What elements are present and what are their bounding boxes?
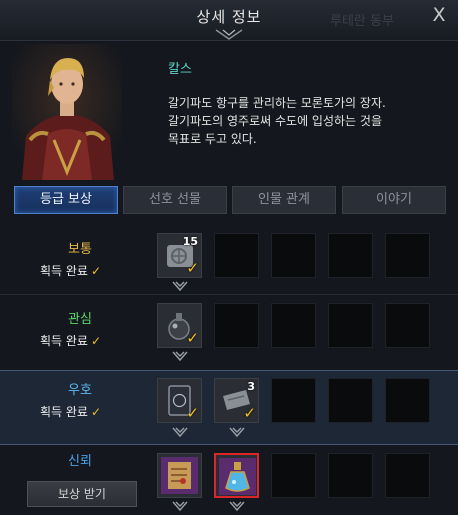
- empty-reward-slot: [328, 233, 373, 278]
- tab-grade-reward[interactable]: 등급 보상: [14, 186, 118, 214]
- empty-reward-slot: [328, 378, 373, 423]
- panel-title: 상세 정보: [196, 8, 262, 26]
- claim-status-label: 획득 완료: [40, 405, 88, 419]
- reward-slot[interactable]: 15 ✓: [157, 233, 202, 278]
- rank-marker-icon: [172, 281, 188, 292]
- item-quantity: 15: [182, 235, 198, 248]
- check-icon: ✓: [90, 264, 102, 278]
- row-divider: [0, 294, 458, 295]
- check-icon: ✓: [90, 405, 102, 419]
- claim-status-label: 획득 완료: [40, 264, 88, 278]
- detail-info-panel: 루테란 동부 상세 정보 X 칼스 갈기파도 항구를 관리하는 모론토가의 장자…: [0, 0, 458, 515]
- empty-reward-slot: [271, 233, 316, 278]
- claimed-check-icon: ✓: [186, 259, 199, 277]
- empty-reward-slot: [214, 233, 259, 278]
- claimed-check-icon: ✓: [186, 329, 199, 347]
- character-name: 칼스: [168, 62, 192, 77]
- claim-status: 획득 완료 ✓: [40, 262, 101, 279]
- empty-reward-slot: [328, 303, 373, 348]
- tier-name: 신뢰: [68, 454, 92, 469]
- reward-row-interest: 관심 획득 완료 ✓ ✓: [0, 300, 458, 375]
- tier-name: 관심: [68, 312, 92, 327]
- reward-slot[interactable]: 3 ✓: [214, 378, 259, 423]
- potion-icon: [219, 458, 256, 495]
- rank-marker-icon: [229, 501, 245, 512]
- claimed-check-icon: ✓: [186, 404, 199, 422]
- check-icon: ✓: [90, 334, 102, 348]
- character-description: 갈기파도 항구를 관리하는 모론토가의 장자. 갈기파도의 영주로써 수도에 입…: [168, 96, 386, 146]
- claimed-check-icon: ✓: [243, 404, 256, 422]
- reward-slot[interactable]: ✓: [157, 378, 202, 423]
- claim-status-label: 획득 완료: [40, 334, 88, 348]
- claim-status: 획득 완료 ✓: [40, 332, 101, 349]
- rank-marker-icon: [229, 427, 245, 438]
- empty-reward-slot: [385, 303, 430, 348]
- claim-status: 획득 완료 ✓: [40, 403, 101, 420]
- header-ornament-icon: [215, 29, 243, 40]
- empty-reward-slot: [214, 303, 259, 348]
- reward-row-friendly: 우호 획득 완료 ✓ ✓ 3 ✓: [0, 370, 458, 445]
- item-quantity: 3: [247, 380, 255, 393]
- close-button[interactable]: X: [428, 4, 450, 26]
- empty-reward-slot: [385, 233, 430, 278]
- rank-marker-icon: [172, 351, 188, 362]
- empty-reward-slot: [328, 453, 373, 498]
- tab-bar: 등급 보상 선호 선물 인물 관계 이야기: [14, 186, 446, 214]
- reward-slot[interactable]: ✓: [157, 303, 202, 348]
- header-bar: 루테란 동부 상세 정보 X: [0, 0, 458, 41]
- empty-reward-slot: [271, 453, 316, 498]
- tier-name: 우호: [68, 383, 92, 398]
- map-scroll-icon: [161, 457, 198, 494]
- claim-reward-button[interactable]: 보상 받기: [27, 481, 137, 507]
- reward-slot-selected[interactable]: [214, 453, 259, 498]
- empty-reward-slot: [385, 378, 430, 423]
- tier-name: 보통: [68, 242, 92, 257]
- rank-marker-icon: [172, 427, 188, 438]
- tab-relationships[interactable]: 인물 관계: [232, 186, 336, 214]
- reward-slot[interactable]: [157, 453, 202, 498]
- rank-marker-icon: [172, 501, 188, 512]
- empty-reward-slot: [271, 303, 316, 348]
- reward-row-trust: 신뢰 보상 받기: [0, 448, 458, 515]
- empty-reward-slot: [385, 453, 430, 498]
- character-portrait: [12, 44, 122, 180]
- tab-story[interactable]: 이야기: [342, 186, 446, 214]
- tab-preferred-gift[interactable]: 선호 선물: [123, 186, 227, 214]
- empty-reward-slot: [271, 378, 316, 423]
